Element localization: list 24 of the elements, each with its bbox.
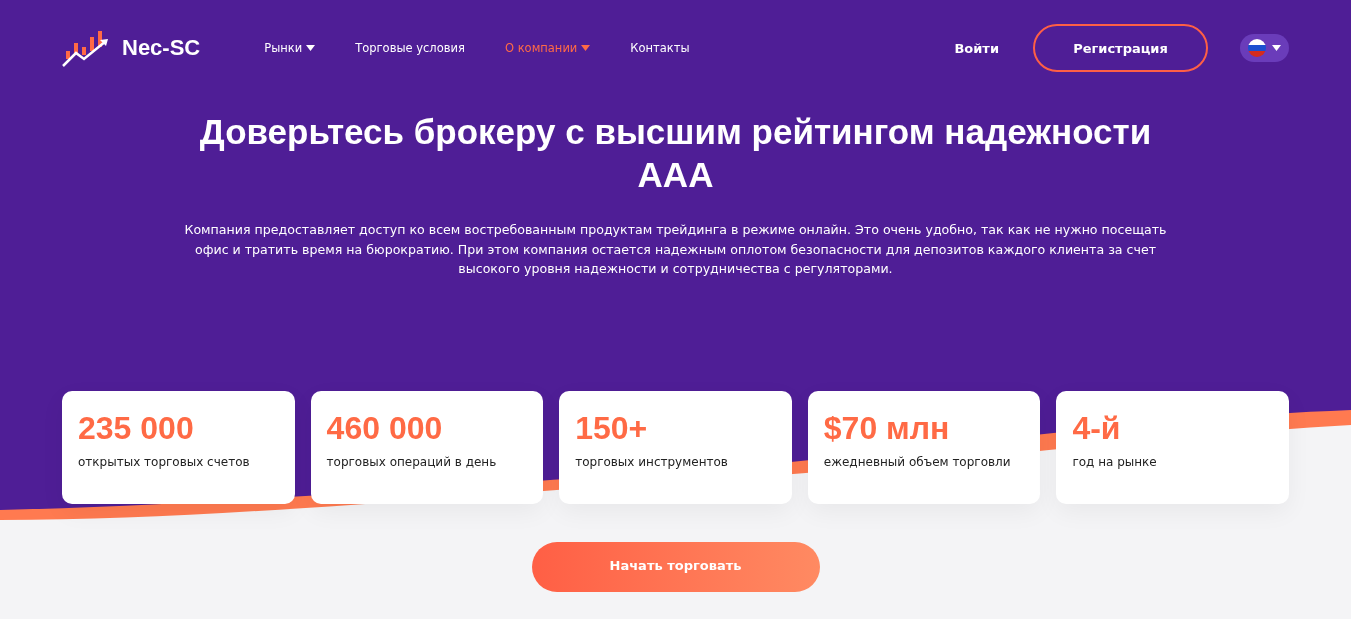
stat-label: год на рынке [1072, 453, 1158, 471]
stat-label: торговых инструментов [575, 453, 729, 471]
caret-icon [306, 45, 316, 51]
hero-title: Доверьтесь брокеру с высшим рейтингом надежности ААА [198, 111, 1153, 196]
nav-link[interactable]: Торговые условия [355, 41, 465, 55]
stat-label: открытых торговых счетов [78, 453, 251, 471]
stat-value: 235 000 [78, 408, 195, 447]
language-selector[interactable] [1240, 34, 1289, 62]
logo-text[interactable]: Nec-SC [122, 35, 201, 61]
hero-text: Компания предоставляет доступ ко всем востребованным продуктам трейдинга в режиме онлайн. Это очень удобно, так как не нужно посещать офис и тратить время на бюрократию. При этом компания остается надежным оплотом безопасности для депозитов каждого клиента за счет высокого уровня надежности и сотрудничества с регуляторами. [183, 221, 1168, 278]
stat-value: $70 млн [823, 408, 951, 447]
register-button[interactable]: Регистрация [1033, 24, 1208, 72]
login-link[interactable]: Войти [954, 40, 999, 56]
stat-value: 150+ [575, 408, 649, 447]
flag-icon [1248, 39, 1266, 57]
nav-link[interactable]: О компании [504, 41, 591, 55]
caret-icon [1272, 45, 1281, 51]
stat-value: 460 000 [326, 408, 444, 447]
caret-icon [581, 45, 591, 51]
stat-label: ежедневный объем торговли [823, 453, 1012, 471]
nav-link[interactable]: Контакты [630, 41, 690, 55]
nav-link[interactable]: Рынки [264, 41, 316, 55]
stat-value: 4-й [1072, 408, 1122, 447]
stat-label: торговых операций в день [326, 453, 498, 471]
